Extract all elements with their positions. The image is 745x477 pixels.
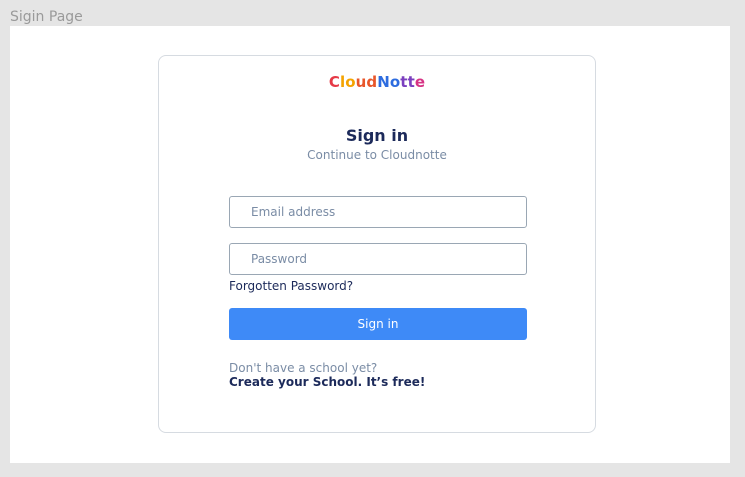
page-canvas: CloudNotte Sign in Continue to Cloudnott…: [10, 26, 730, 463]
logo-letter: e: [414, 73, 426, 91]
logo-letter: o: [345, 73, 356, 91]
page-subtitle: Continue to Cloudnotte: [307, 148, 447, 162]
password-field[interactable]: [229, 243, 527, 275]
frame-label: Sigin Page: [10, 9, 83, 25]
email-field[interactable]: [229, 196, 527, 228]
no-school-prompt: Don't have a school yet?: [229, 361, 378, 375]
logo-letter: N: [377, 73, 390, 91]
sign-in-button[interactable]: Sign in: [229, 308, 527, 340]
logo-letter: t: [407, 73, 415, 91]
forgot-password-link[interactable]: Forgotten Password?: [229, 279, 353, 293]
signin-card: CloudNotte Sign in Continue to Cloudnott…: [158, 55, 596, 433]
logo-letter: u: [355, 73, 367, 91]
page-title: Sign in: [345, 126, 409, 145]
logo-letter: d: [366, 73, 378, 91]
logo-letter: t: [400, 73, 408, 91]
logo-letter: C: [328, 73, 340, 91]
cloudnotte-logo: CloudNotte: [159, 73, 595, 91]
logo-letter: o: [389, 73, 401, 91]
create-school-link[interactable]: Create your School. It’s free!: [229, 375, 425, 389]
